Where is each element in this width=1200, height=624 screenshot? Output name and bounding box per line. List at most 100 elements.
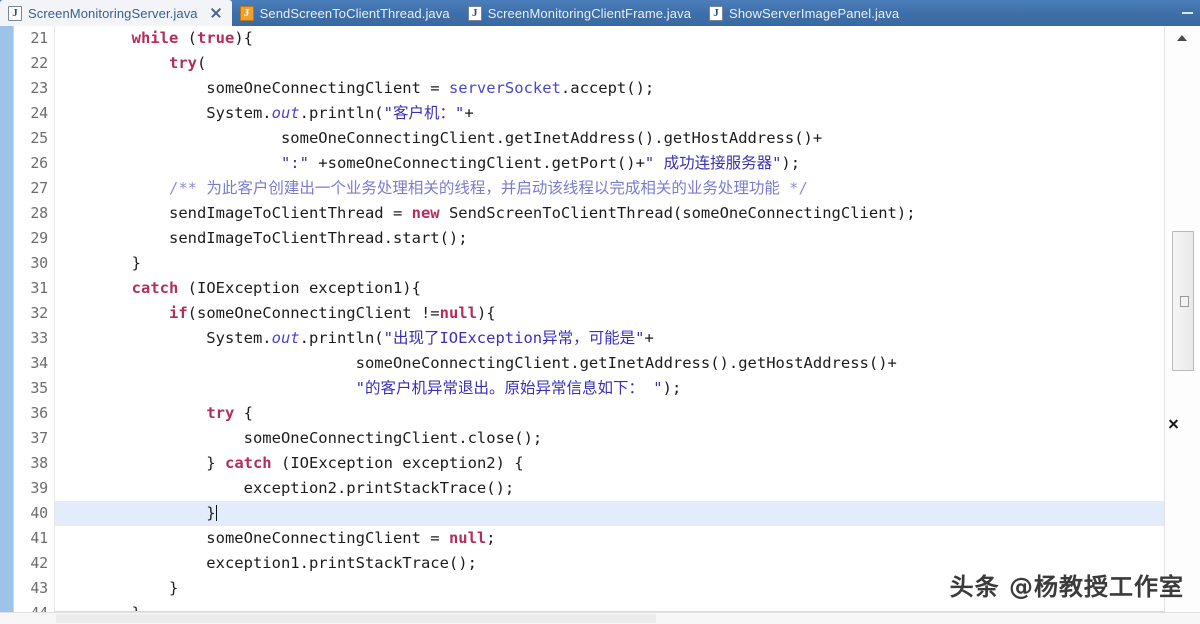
code-text-area[interactable]: while (true){ try( someOneConnectingClie…: [55, 26, 1164, 612]
code-token: catch: [131, 279, 179, 297]
code-token: System.: [57, 329, 272, 347]
java-file-icon: [709, 5, 724, 21]
tab-screenmonitoringclientframe[interactable]: ScreenMonitoringClientFrame.java: [460, 0, 701, 26]
tab-label: ShowServerImagePanel.java: [729, 5, 900, 21]
minimize-button[interactable]: [1174, 0, 1200, 26]
code-token: ;: [486, 529, 496, 547]
line-number: 34: [30, 354, 48, 372]
code-token: someOneConnectingClient =: [57, 79, 449, 97]
code-token: serverSocket: [448, 79, 561, 97]
code-token: someOneConnectingClient.close();: [57, 429, 543, 447]
code-line[interactable]: }: [55, 501, 1164, 526]
tab-showserverimagepanel[interactable]: ShowServerImagePanel.java: [701, 0, 909, 26]
code-line[interactable]: someOneConnectingClient.close();: [55, 426, 1164, 451]
code-token: exception2.printStackTrace();: [57, 479, 515, 497]
code-line[interactable]: System.out.println("客户机："+: [55, 101, 1164, 126]
annotation-ruler[interactable]: [0, 26, 14, 612]
code-token: +: [644, 329, 654, 347]
code-line[interactable]: while (true){: [55, 26, 1164, 51]
close-icon[interactable]: [210, 7, 222, 19]
eclipse-editor-window: ScreenMonitoringServer.java SendScreenTo…: [0, 0, 1200, 624]
vertical-scrollbar[interactable]: [1164, 26, 1200, 612]
code-token: (IOException exception2) {: [271, 454, 524, 472]
code-editor: 21 22 23 24 25 26 27 28 29 30 31 32 33 34 35 36 37 38 39 40…: [0, 26, 1200, 624]
code-token: +: [464, 104, 474, 122]
code-token: }: [57, 254, 141, 272]
tab-label: SendScreenToClientThread.java: [259, 5, 450, 21]
code-token: ){: [234, 29, 253, 47]
code-token: (someOneConnectingClient !=: [187, 304, 440, 322]
java-file-icon-orange: [239, 5, 254, 21]
code-line[interactable]: sendImageToClientThread.start();: [55, 226, 1164, 251]
code-token: try: [206, 404, 235, 422]
code-line[interactable]: try(: [55, 51, 1164, 76]
code-token: "出现了IOException异常，可能是": [383, 329, 645, 347]
code-line[interactable]: someOneConnectingClient.getInetAddress()…: [55, 126, 1164, 151]
code-line[interactable]: if(someOneConnectingClient !=null){: [55, 301, 1164, 326]
code-token: if: [168, 304, 188, 322]
code-token: .println(: [299, 329, 384, 347]
code-token: */: [789, 179, 808, 197]
code-token: );: [662, 379, 682, 397]
code-token: out: [271, 329, 300, 347]
code-token: }: [57, 504, 216, 522]
code-line[interactable]: } catch (IOException exception2) {: [55, 451, 1164, 476]
tab-bar-spacer: [909, 0, 1174, 26]
code-token: null: [439, 304, 477, 322]
code-line[interactable]: someOneConnectingClient = null;: [55, 526, 1164, 551]
line-number: 38: [30, 454, 48, 472]
line-number: 28: [30, 204, 48, 222]
scroll-up-button[interactable]: [1173, 30, 1191, 46]
code-token: (: [196, 54, 207, 72]
line-number: 22: [30, 54, 48, 72]
code-line[interactable]: exception1.printStackTrace();: [55, 551, 1164, 576]
scroll-marker-icon[interactable]: [1168, 418, 1179, 429]
code-token: try: [168, 54, 197, 72]
line-number: 31: [30, 279, 48, 297]
code-line[interactable]: /** 为此客户创建出一个业务处理相关的线程，并启动该线程以完成相关的业务处理功…: [55, 176, 1164, 201]
code-token: someOneConnectingClient =: [57, 529, 449, 547]
code-line[interactable]: try {: [55, 401, 1164, 426]
code-token: sendImageToClientThread =: [57, 204, 412, 222]
code-token: out: [271, 104, 300, 122]
code-line[interactable]: System.out.println("出现了IOException异常，可能是…: [55, 326, 1164, 351]
code-token: }: [57, 454, 225, 472]
horizontal-scroll-thumb[interactable]: [56, 614, 656, 623]
line-number: 32: [30, 304, 48, 322]
code-token: (: [178, 29, 197, 47]
code-line[interactable]: ":" +someOneConnectingClient.getPort()+"…: [55, 151, 1164, 176]
code-line[interactable]: }: [55, 251, 1164, 276]
code-line[interactable]: }: [55, 576, 1164, 601]
code-token: ":": [280, 154, 309, 172]
code-token: " 成功连接服务器": [644, 154, 782, 172]
line-number: 26: [30, 154, 48, 172]
line-number: 40: [30, 504, 48, 522]
vertical-scroll-thumb[interactable]: [1172, 231, 1194, 371]
code-token: System.: [57, 104, 272, 122]
code-line[interactable]: catch (IOException exception1){: [55, 276, 1164, 301]
java-file-icon: [467, 5, 482, 21]
code-line[interactable]: "的客户机异常退出。原始异常信息如下： ");: [55, 376, 1164, 401]
line-number: 41: [30, 529, 48, 547]
code-line[interactable]: exception2.printStackTrace();: [55, 476, 1164, 501]
code-token: "客户机：": [383, 104, 465, 122]
line-number: 33: [30, 329, 48, 347]
code-token: SendScreenToClientThread(someOneConnecti…: [439, 204, 916, 222]
code-line[interactable]: someOneConnectingClient = serverSocket.a…: [55, 76, 1164, 101]
tab-sendscreentoclientthread[interactable]: SendScreenToClientThread.java: [232, 0, 460, 26]
code-line[interactable]: someOneConnectingClient.getInetAddress()…: [55, 351, 1164, 376]
horizontal-scrollbar[interactable]: [0, 612, 1200, 624]
tab-label: ScreenMonitoringClientFrame.java: [487, 5, 692, 21]
code-line[interactable]: sendImageToClientThread = new SendScreen…: [55, 201, 1164, 226]
code-token: }: [57, 579, 179, 597]
tab-screenmonitoringserver[interactable]: ScreenMonitoringServer.java: [0, 0, 232, 26]
line-number: 42: [30, 554, 48, 572]
code-token: (IOException exception1){: [178, 279, 421, 297]
line-number: 27: [30, 179, 48, 197]
